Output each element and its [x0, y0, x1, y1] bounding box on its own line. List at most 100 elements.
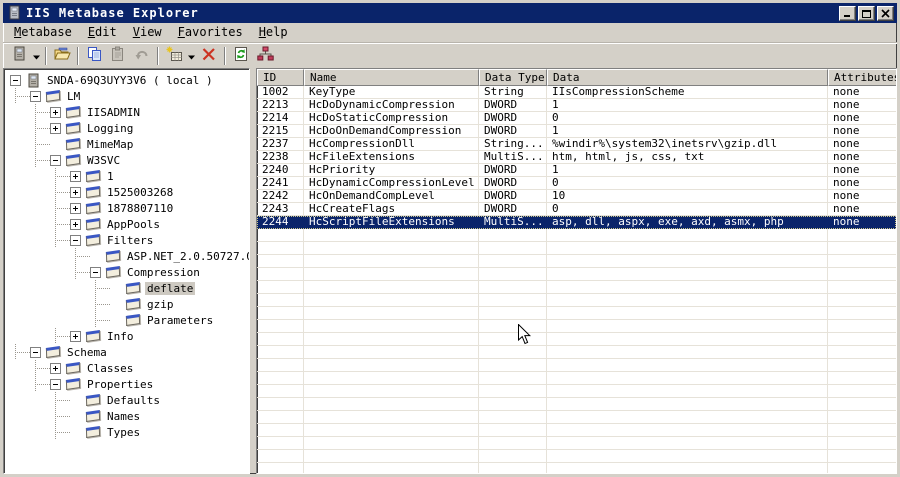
tree-node-schema[interactable]: Schema: [4, 344, 249, 360]
tree-node-types[interactable]: Types: [4, 424, 249, 440]
app-icon: [6, 5, 22, 21]
expand-plus-icon[interactable]: [70, 330, 81, 342]
tree-node-asp-net-2-0-50727-0[interactable]: ASP.NET_2.0.50727.0: [4, 248, 249, 264]
property-row-2214[interactable]: 2214 HcDoStaticCompression DWORD 0 none: [257, 112, 896, 125]
tree-connector: [15, 352, 31, 353]
toolbar: [3, 42, 897, 68]
metabase-key-icon: [85, 409, 102, 423]
collapse-minus-icon[interactable]: [90, 266, 101, 278]
cell-type: MultiS...: [479, 216, 547, 229]
tree-node-label: AppPools: [107, 217, 160, 231]
hierarchy-button[interactable]: [253, 45, 277, 67]
empty-cell: [479, 333, 547, 346]
tree-node-lm[interactable]: LM: [4, 88, 249, 104]
property-row-2241[interactable]: 2241 HcDynamicCompressionLevel DWORD 0 none: [257, 177, 896, 190]
copy-button[interactable]: [82, 45, 106, 67]
menu-view[interactable]: View: [125, 24, 170, 41]
tree-node-apppools[interactable]: AppPools: [4, 216, 249, 232]
tree-node-info[interactable]: Info: [4, 328, 249, 344]
tree-node-defaults[interactable]: Defaults: [4, 392, 249, 408]
collapse-minus-icon[interactable]: [50, 154, 61, 166]
tree-node-deflate[interactable]: deflate: [4, 280, 249, 296]
tree-node-iisadmin[interactable]: IISADMIN: [4, 104, 249, 120]
empty-cell: [257, 255, 304, 268]
expand-plus-icon[interactable]: [70, 202, 81, 214]
property-row-2213[interactable]: 2213 HcDoDynamicCompression DWORD 1 none: [257, 99, 896, 112]
tree-node-names[interactable]: Names: [4, 408, 249, 424]
empty-cell: [304, 242, 479, 255]
tree-node-label: Names: [107, 409, 141, 423]
refresh-button[interactable]: [229, 45, 253, 67]
column-header-id[interactable]: ID: [257, 69, 304, 86]
empty-cell: [304, 424, 479, 437]
connect-server-dropdown[interactable]: [31, 45, 42, 67]
connect-server-button[interactable]: [7, 45, 31, 67]
column-header-data[interactable]: Data: [547, 69, 828, 86]
open-folder-button[interactable]: [50, 45, 74, 67]
tree-node-gzip[interactable]: gzip: [4, 296, 249, 312]
tree-connector: [55, 208, 71, 209]
expand-plus-icon[interactable]: [50, 122, 61, 134]
expand-plus-icon[interactable]: [70, 170, 81, 182]
expand-plus-icon[interactable]: [70, 186, 81, 198]
tree-node-1[interactable]: 1: [4, 168, 249, 184]
cell-data: 1: [547, 125, 828, 138]
menu-metabase[interactable]: Metabase: [6, 24, 80, 41]
tree-node-1878807110[interactable]: 1878807110: [4, 200, 249, 216]
menu-help[interactable]: Help: [251, 24, 296, 41]
delete-button[interactable]: [197, 45, 221, 67]
expand-plus-icon[interactable]: [50, 362, 61, 374]
collapse-minus-icon[interactable]: [50, 378, 61, 390]
tree-node-parameters[interactable]: Parameters: [4, 312, 249, 328]
collapse-minus-icon[interactable]: [30, 346, 41, 358]
empty-cell: [828, 333, 896, 346]
paste-button[interactable]: [106, 45, 130, 67]
new-key-dropdown[interactable]: [186, 45, 197, 67]
cell-attributes: none: [828, 112, 896, 125]
expand-plus-icon[interactable]: [70, 218, 81, 230]
empty-cell: [828, 268, 896, 281]
column-header-attributes[interactable]: Attributes: [828, 69, 896, 86]
close-button[interactable]: [877, 5, 894, 21]
menu-favorites[interactable]: Favorites: [170, 24, 251, 41]
tree-connector: [55, 176, 71, 177]
cell-attributes: none: [828, 86, 896, 99]
menu-edit[interactable]: Edit: [80, 24, 125, 41]
tree-node-w3svc[interactable]: W3SVC: [4, 152, 249, 168]
expand-plus-icon[interactable]: [50, 106, 61, 118]
property-row-2215[interactable]: 2215 HcDoOnDemandCompression DWORD 1 none: [257, 125, 896, 138]
collapse-minus-icon[interactable]: [10, 74, 21, 86]
metabase-key-icon: [65, 137, 82, 151]
property-row-2242[interactable]: 2242 HcOnDemandCompLevel DWORD 10 none: [257, 190, 896, 203]
tree-node-properties[interactable]: Properties: [4, 376, 249, 392]
cell-name: HcCompressionDll: [304, 138, 479, 151]
empty-row: [257, 385, 896, 398]
metabase-key-icon: [105, 265, 122, 279]
tree-node-filters[interactable]: Filters: [4, 232, 249, 248]
tree-node-snda-69q3uyy3v6-local-[interactable]: SNDA-69Q3UYY3V6 ( local ): [4, 72, 249, 88]
property-row-1002[interactable]: 1002 KeyType String IIsCompressionScheme non…: [257, 86, 896, 99]
property-row-2238[interactable]: 2238 HcFileExtensions MultiS... htm, html, …: [257, 151, 896, 164]
collapse-minus-icon[interactable]: [70, 234, 81, 246]
new-key-button[interactable]: [162, 45, 186, 67]
undo-button[interactable]: [130, 45, 154, 67]
property-row-2237[interactable]: 2237 HcCompressionDll String... %windir%\sy…: [257, 138, 896, 151]
tree-node-mimemap[interactable]: MimeMap: [4, 136, 249, 152]
tree-node-compression[interactable]: Compression: [4, 264, 249, 280]
tree-node-1525003268[interactable]: 1525003268: [4, 184, 249, 200]
empty-cell: [547, 346, 828, 359]
column-header-name[interactable]: Name: [304, 69, 479, 86]
empty-cell: [547, 372, 828, 385]
property-row-2240[interactable]: 2240 HcPriority DWORD 1 none: [257, 164, 896, 177]
collapse-minus-icon[interactable]: [30, 90, 41, 102]
empty-cell: [479, 463, 547, 473]
column-header-data-type[interactable]: Data Type: [479, 69, 547, 86]
property-row-2243[interactable]: 2243 HcCreateFlags DWORD 0 none: [257, 203, 896, 216]
empty-cell: [479, 372, 547, 385]
maximize-button[interactable]: [858, 5, 875, 21]
property-row-2244[interactable]: 2244 HcScriptFileExtensions MultiS... asp, …: [257, 216, 896, 229]
tree-node-logging[interactable]: Logging: [4, 120, 249, 136]
tree-node-classes[interactable]: Classes: [4, 360, 249, 376]
empty-cell: [828, 307, 896, 320]
minimize-button[interactable]: [839, 5, 856, 21]
